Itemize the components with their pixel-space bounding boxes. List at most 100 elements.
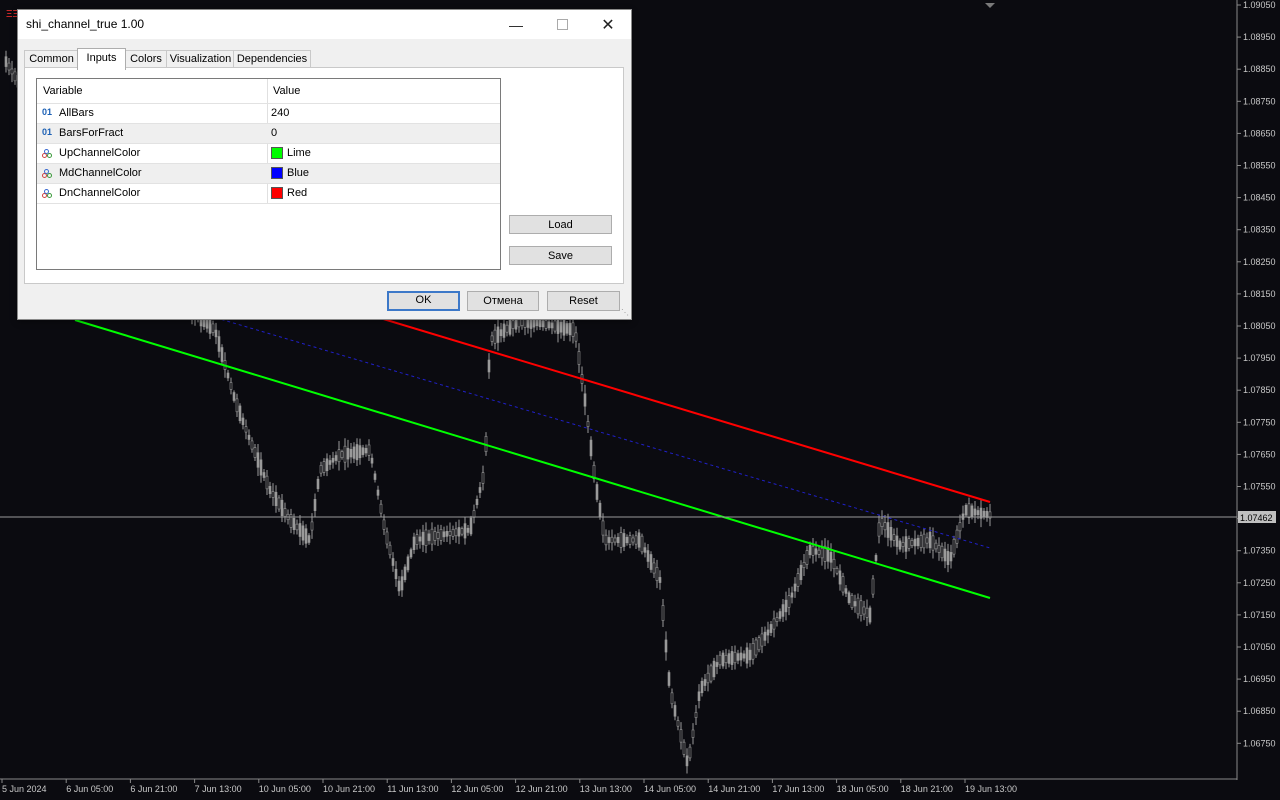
tab-inputs[interactable]: Inputs xyxy=(77,48,126,70)
candle-body xyxy=(940,545,944,559)
candle-body xyxy=(550,322,554,329)
candle-body xyxy=(220,347,224,362)
candle-body xyxy=(598,502,602,518)
title-bar[interactable]: shi_channel_true 1.00 — ✕ xyxy=(18,10,631,39)
candle-body xyxy=(676,720,680,727)
candle-body xyxy=(808,544,812,556)
candle-body xyxy=(367,444,371,456)
candle-body xyxy=(307,535,311,543)
candle-body xyxy=(511,320,515,329)
candle-body xyxy=(892,534,896,541)
candle-body xyxy=(796,573,800,587)
time-tick-label: 12 Jun 05:00 xyxy=(451,784,503,794)
color-swatch[interactable] xyxy=(271,167,283,179)
candle-body xyxy=(259,459,263,476)
price-tick-label: 1.07350 xyxy=(1243,546,1276,556)
candle-body xyxy=(400,576,404,591)
close-icon: ✕ xyxy=(601,16,615,34)
table-row[interactable]: 01 BarsForFract 0 xyxy=(37,123,500,143)
candle-body xyxy=(913,538,917,547)
column-header-variable[interactable]: Variable xyxy=(43,85,83,97)
candle-body xyxy=(379,503,383,514)
close-button[interactable]: ✕ xyxy=(585,10,631,39)
candle-body xyxy=(667,672,671,686)
ok-button[interactable]: OK xyxy=(387,291,460,311)
candle-body xyxy=(766,629,770,636)
time-tick-label: 13 Jun 13:00 xyxy=(580,784,632,794)
price-tick-label: 1.08850 xyxy=(1243,64,1276,74)
candle-body xyxy=(784,599,788,613)
candle-body xyxy=(868,607,872,623)
candle-body xyxy=(586,421,590,427)
candle-body xyxy=(436,532,440,539)
variable-value[interactable]: 0 xyxy=(271,127,277,139)
candle-body xyxy=(889,526,893,541)
load-button[interactable]: Load xyxy=(509,215,612,234)
candle-body xyxy=(910,540,914,546)
candle-body xyxy=(820,547,824,559)
price-tick-label: 1.08550 xyxy=(1243,161,1276,171)
candle-body xyxy=(685,755,689,767)
candle-body xyxy=(295,523,299,531)
table-row[interactable]: 01 AllBars 240 xyxy=(37,103,500,123)
candle-body xyxy=(778,611,782,619)
reset-button[interactable]: Reset xyxy=(547,291,620,311)
candle-body xyxy=(622,533,626,547)
candle-body xyxy=(763,631,767,641)
candle-body xyxy=(562,320,566,336)
candle-body xyxy=(970,505,974,518)
candle-body xyxy=(700,680,704,694)
candle-body xyxy=(643,547,647,553)
tab-colors[interactable]: Colors xyxy=(124,50,168,68)
candle-body xyxy=(742,653,746,659)
candle-body xyxy=(724,654,728,664)
candle-body xyxy=(829,551,833,563)
candle-body xyxy=(211,323,215,333)
variable-value[interactable]: 240 xyxy=(271,107,289,119)
candle-body xyxy=(304,528,308,544)
table-row[interactable]: UpChannelColor Lime xyxy=(37,143,500,163)
variable-value[interactable]: Lime xyxy=(287,147,311,159)
candle-body xyxy=(601,520,605,536)
variable-value[interactable]: Blue xyxy=(287,167,309,179)
tab-dependencies[interactable]: Dependencies xyxy=(233,50,311,68)
candle-body xyxy=(964,505,968,516)
save-button[interactable]: Save xyxy=(509,246,612,265)
table-row[interactable]: DnChannelColor Red xyxy=(37,183,500,204)
candle-body xyxy=(772,618,776,630)
color-swatch[interactable] xyxy=(271,147,283,159)
variable-name: AllBars xyxy=(59,107,94,119)
candle-body xyxy=(427,533,431,541)
column-header-value[interactable]: Value xyxy=(273,85,300,97)
candle-body xyxy=(451,529,455,537)
time-tick-label: 18 Jun 21:00 xyxy=(901,784,953,794)
variable-value[interactable]: Red xyxy=(287,187,307,199)
maximize-button[interactable] xyxy=(539,10,585,39)
candle-body xyxy=(466,527,470,533)
resize-grip-icon[interactable]: ⋱ xyxy=(621,309,629,317)
candle-body xyxy=(703,679,707,686)
candle-body xyxy=(922,533,926,549)
cancel-button[interactable]: Отмена xyxy=(467,291,539,311)
candle-body xyxy=(337,449,341,463)
candle-body xyxy=(478,487,482,493)
candle-body xyxy=(388,544,392,556)
candle-body xyxy=(865,607,869,618)
minimize-button[interactable]: — xyxy=(493,10,539,39)
color-swatch[interactable] xyxy=(271,187,283,199)
inputs-panel: Variable Value 01 AllBars 240 01 BarsFor… xyxy=(24,67,624,284)
tab-common[interactable]: Common xyxy=(24,50,79,68)
candle-body xyxy=(265,475,269,490)
tab-visualization[interactable]: Visualization xyxy=(166,50,235,68)
time-tick-label: 10 Jun 21:00 xyxy=(323,784,375,794)
table-row[interactable]: MdChannelColor Blue xyxy=(37,163,500,183)
candle-body xyxy=(430,528,434,545)
candle-body xyxy=(277,497,281,510)
integer-type-icon: 01 xyxy=(42,107,53,117)
candle-body xyxy=(448,531,452,536)
candle-body xyxy=(658,577,662,583)
candle-body xyxy=(370,457,374,464)
candle-body xyxy=(862,606,866,615)
candle-body xyxy=(748,649,752,661)
candle-body xyxy=(274,491,278,507)
